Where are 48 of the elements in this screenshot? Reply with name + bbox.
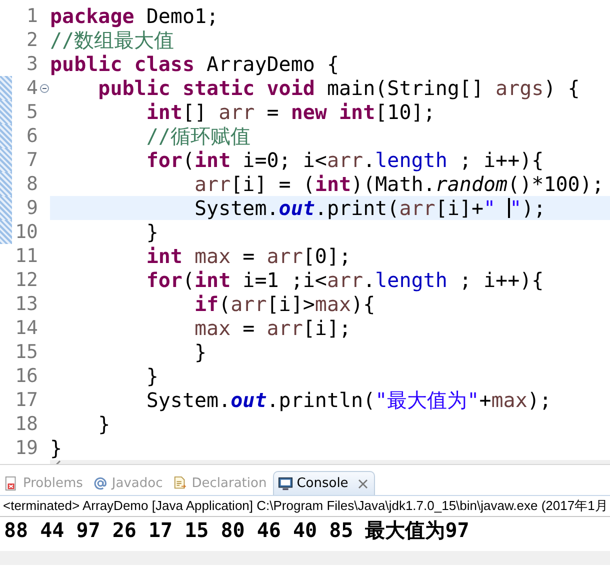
line-number: 4	[26, 77, 38, 99]
code-line: System.out.println("最大值为"+max);	[145, 388, 552, 412]
line-number: 12	[14, 269, 38, 291]
line-number: 10	[14, 221, 38, 243]
collapse-icon[interactable]	[40, 84, 48, 92]
code-line: int max = arr[0];	[145, 244, 352, 268]
view-tab[interactable]: Declaration	[168, 471, 273, 495]
line-number: 14	[14, 317, 38, 339]
code-line: int[] arr = new int[10];	[145, 100, 436, 124]
code-line: public static void main(String[] args) {	[97, 76, 581, 100]
code-line: }	[193, 340, 208, 364]
line-number: 16	[14, 365, 38, 387]
line-number: 19	[14, 437, 38, 459]
console-status: <terminated> ArrayDemo [Java Application] C:\Program Files\Java\jdk1.7.0_15\bin\javaw.exe (2017年1月	[0, 496, 610, 517]
code-line: }	[97, 412, 112, 436]
code-line: arr[i] = (int)(Math.random()*100);	[193, 172, 605, 196]
code-line: max = arr[i];	[193, 316, 352, 340]
code-line: }	[145, 364, 160, 388]
document-arrow-icon	[172, 476, 188, 490]
code-line: public class ArrayDemo {	[50, 52, 340, 76]
line-number: 13	[14, 293, 38, 315]
line-number: 2	[26, 29, 38, 51]
monitor-icon	[278, 476, 293, 491]
view-tab[interactable]: Console	[272, 471, 376, 495]
code-line: //循环赋值	[145, 124, 252, 148]
line-number: 9	[26, 197, 38, 219]
at-sign-icon	[92, 476, 108, 490]
code-line: //数组最大值	[50, 28, 176, 52]
code-line: if(arr[i]>max){	[193, 292, 376, 316]
code-line: for(int i=0; i<arr.length ; i++){	[145, 148, 545, 172]
line-number: 5	[26, 101, 38, 123]
code-line: }	[145, 220, 160, 244]
line-number: 1	[26, 5, 38, 27]
close-icon[interactable]	[358, 478, 368, 488]
console-output: 88 44 97 26 17 15 80 46 40 85 最大值为97	[3, 517, 470, 543]
view-tab[interactable]: Javadoc	[88, 471, 169, 495]
line-number: 6	[26, 125, 38, 147]
line-number: 8	[26, 173, 38, 195]
line-number: 3	[26, 53, 38, 75]
line-number: 7	[26, 149, 38, 171]
line-number: 15	[14, 341, 38, 363]
line-number: 17	[14, 389, 38, 411]
code-line: package Demo1;	[50, 4, 220, 28]
line-number: 18	[14, 413, 38, 435]
code-line: }	[50, 436, 64, 460]
code-line: for(int i=1 ;i<arr.length ; i++){	[145, 268, 545, 292]
view-tab[interactable]: Problems	[0, 471, 89, 495]
line-number: 11	[14, 245, 38, 267]
